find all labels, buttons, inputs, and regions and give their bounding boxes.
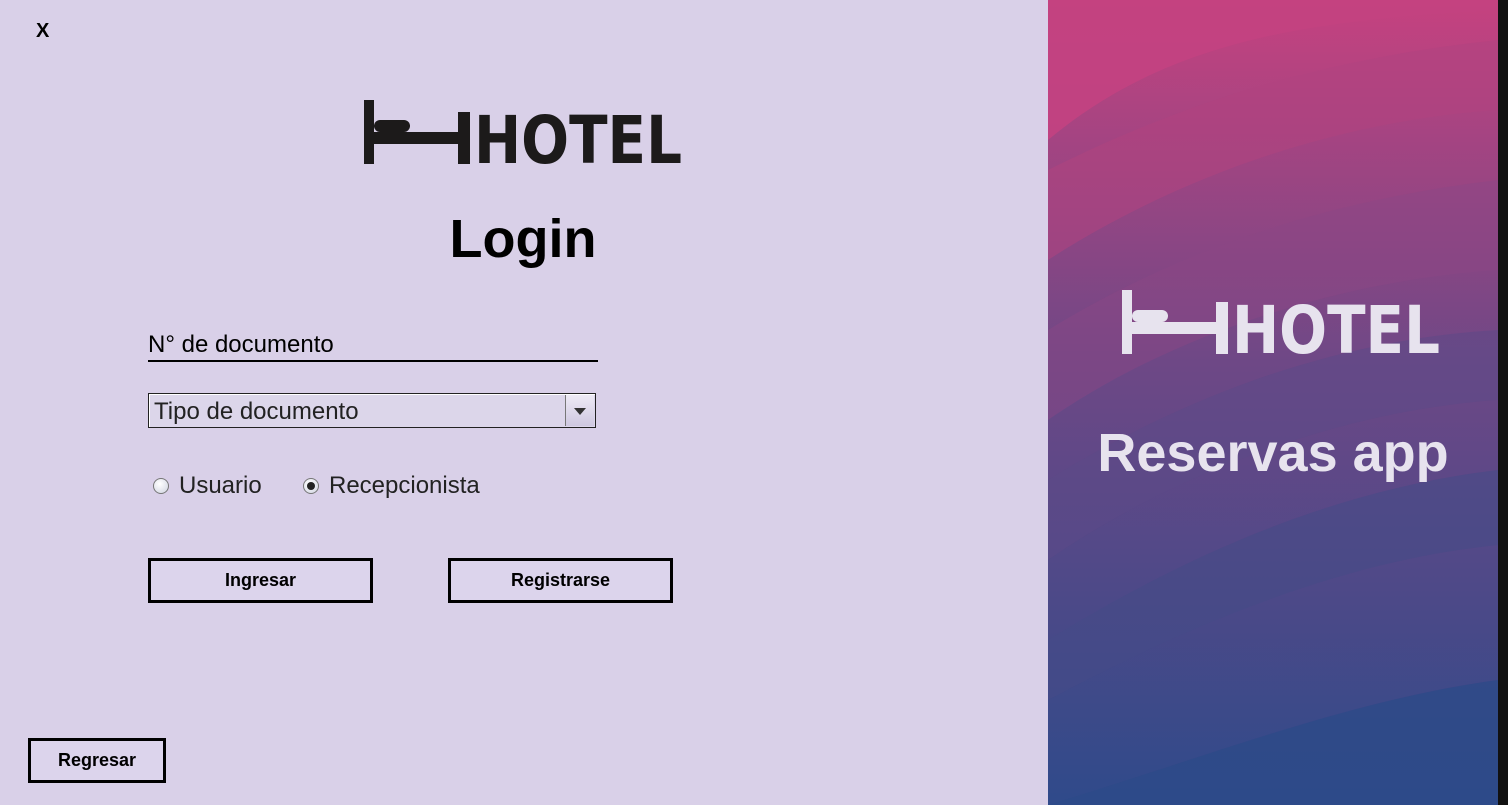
document-number-input[interactable]: [148, 330, 598, 362]
radio-checked-icon[interactable]: [303, 478, 319, 494]
side-logo-text: HOTEL: [1232, 292, 1440, 356]
radio-unchecked-icon[interactable]: [153, 478, 169, 494]
document-type-value: Tipo de documento: [154, 398, 359, 425]
wave-background: [1048, 0, 1498, 805]
ingresar-button[interactable]: Ingresar: [148, 558, 373, 603]
registrarse-button[interactable]: Registrarse: [448, 558, 673, 603]
radio-usuario[interactable]: Usuario: [153, 472, 262, 500]
side-panel: [1048, 0, 1498, 805]
close-button[interactable]: X: [36, 20, 49, 43]
app-name: Reservas app: [1097, 423, 1449, 483]
radio-usuario-label: Usuario: [179, 472, 262, 499]
chevron-down-icon[interactable]: [565, 395, 594, 426]
window-edge: [1498, 0, 1508, 805]
hotel-logo: HOTEL: [364, 100, 682, 166]
page-title: Login: [449, 209, 597, 269]
radio-recepcionista[interactable]: Recepcionista: [303, 472, 480, 500]
document-type-select[interactable]: Tipo de documento: [148, 393, 596, 428]
regresar-button[interactable]: Regresar: [28, 738, 166, 783]
radio-recepcionista-label: Recepcionista: [329, 472, 480, 499]
logo-text: HOTEL: [474, 102, 682, 166]
hotel-logo-light: HOTEL: [1122, 290, 1440, 356]
